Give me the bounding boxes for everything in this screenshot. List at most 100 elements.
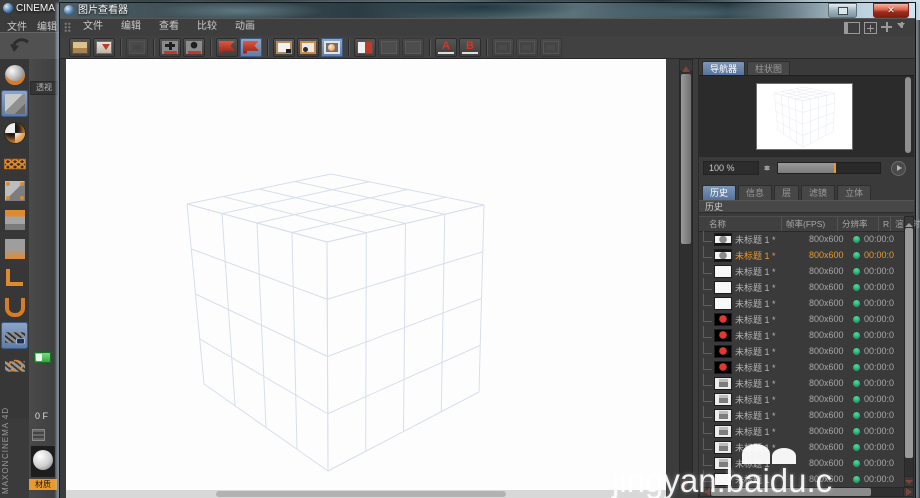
history-row[interactable]: 未标题 1 *800x60000:00:0 xyxy=(699,279,904,295)
material-name-label[interactable]: 材质 xyxy=(29,479,57,490)
play-forward-button[interactable] xyxy=(891,161,906,176)
history-row[interactable]: 未标题 1 *800x60000:00:0 xyxy=(699,391,904,407)
tab-layer[interactable]: 层 xyxy=(774,185,799,200)
compare-layout-button[interactable] xyxy=(378,38,400,57)
history-row[interactable]: 未标题 1 *800x60000:00:0 xyxy=(699,359,904,375)
animation-1-button[interactable] xyxy=(492,38,514,57)
canvas-horizontal-scrollbar[interactable] xyxy=(66,490,666,498)
pan-button[interactable] xyxy=(159,38,181,57)
history-row[interactable]: 未标题 1 *800x60000:00:0 xyxy=(699,455,904,471)
history-row[interactable]: 未标题 1 *800x60000:00:0 xyxy=(699,231,904,247)
scroll-left-icon[interactable] xyxy=(699,487,710,497)
navigator-preview[interactable] xyxy=(757,84,852,149)
undo-icon[interactable] xyxy=(8,35,32,55)
tab-histogram[interactable]: 柱状图 xyxy=(747,61,790,76)
history-row[interactable]: 未标题 1 *800x60000:00:0 xyxy=(699,327,904,343)
undock-panel-icon[interactable] xyxy=(896,22,907,32)
zoom-value-field[interactable]: 100 % xyxy=(703,161,759,175)
bookmark-button[interactable] xyxy=(216,38,238,57)
close-button[interactable]: ✕ xyxy=(873,3,909,18)
tab-history[interactable]: 历史 xyxy=(702,185,736,200)
tab-stereo[interactable]: 立体 xyxy=(837,185,871,200)
cube-points-tool-button[interactable] xyxy=(1,177,28,204)
frame-image-button[interactable] xyxy=(273,38,295,57)
cube-tool-button[interactable] xyxy=(1,90,28,117)
canvas-hscroll-thumb[interactable] xyxy=(216,491,506,497)
grid-rotate-tool-button[interactable] xyxy=(1,351,28,378)
drag-handle-icon[interactable] xyxy=(64,22,71,33)
column-header-3[interactable]: R xyxy=(878,217,889,231)
frame-canvas-button[interactable] xyxy=(297,38,319,57)
history-row[interactable]: 未标题 1 *800x60000:00:0 xyxy=(699,263,904,279)
viewport-tab[interactable]: 透视 xyxy=(30,81,58,95)
zoom-slider-marker[interactable] xyxy=(834,163,836,173)
history-horizontal-scrollbar[interactable] xyxy=(699,487,914,497)
scroll-up-icon[interactable] xyxy=(679,59,693,72)
column-header-1[interactable]: 帧率(FPS) xyxy=(781,217,825,231)
history-row[interactable]: 未标题 1 *800x60000:00:0 xyxy=(699,439,904,455)
pv-menu-item-compare[interactable]: 比较 xyxy=(188,21,226,32)
checker-sphere-tool-button[interactable] xyxy=(1,119,28,146)
canvas-vertical-scrollbar[interactable] xyxy=(679,59,693,490)
net-sphere-tool-button[interactable] xyxy=(1,61,28,88)
zoom-stepper[interactable] xyxy=(763,161,772,175)
menu-item-edit[interactable]: 编辑 xyxy=(32,22,59,31)
column-header-2[interactable]: 分辨率 xyxy=(837,217,868,231)
animation-3-button[interactable] xyxy=(540,38,562,57)
grid-lock-tool-button[interactable] xyxy=(1,322,28,349)
restore-button[interactable] xyxy=(828,3,857,18)
history-row[interactable]: 未标题 1 *800x60000:00:0 xyxy=(699,423,904,439)
history-vscroll-thumb[interactable] xyxy=(905,228,913,458)
pv-menu-item-edit[interactable]: 编辑 xyxy=(112,21,150,32)
compare-ab-button[interactable] xyxy=(354,38,376,57)
history-row[interactable]: 未标题 1 *800x60000:00:0 xyxy=(699,471,904,487)
animation-2-button[interactable] xyxy=(516,38,538,57)
cube-glow-tool-button[interactable] xyxy=(1,235,28,262)
history-row[interactable]: 未标题 1 *800x60000:00:0 xyxy=(699,375,904,391)
history-row[interactable]: 未标题 1 *800x60000:00:0 xyxy=(699,311,904,327)
pv-menu-item-file[interactable]: 文件 xyxy=(74,21,112,32)
canvas-vscroll-thumb[interactable] xyxy=(681,74,691,244)
tab-filter[interactable]: 滤镜 xyxy=(801,185,835,200)
zoom-half-button[interactable] xyxy=(126,38,148,57)
panel-scroll-thumb[interactable] xyxy=(905,77,911,153)
layers-icon[interactable] xyxy=(32,429,45,441)
set-compare-b-button[interactable]: B xyxy=(459,38,481,57)
timeline-toggle[interactable] xyxy=(34,352,51,363)
column-header-0[interactable]: 名称 xyxy=(705,217,726,231)
history-row[interactable]: 未标题 1 *800x60000:00:0 xyxy=(699,343,904,359)
material-thumbnail[interactable] xyxy=(30,445,56,478)
scroll-down-icon[interactable] xyxy=(904,476,914,487)
fit-image-button[interactable] xyxy=(321,38,343,57)
pv-menu-item-view[interactable]: 查看 xyxy=(150,21,188,32)
history-vertical-scrollbar[interactable] xyxy=(904,216,914,487)
tree-connector xyxy=(703,326,712,338)
save-button[interactable] xyxy=(93,38,115,57)
menu-item-file[interactable]: 文件 xyxy=(2,22,32,31)
zoom-tool-button[interactable] xyxy=(183,38,205,57)
zoom-slider[interactable] xyxy=(777,162,881,174)
open-button[interactable] xyxy=(69,38,91,57)
pv-titlebar[interactable]: 图片查看器 ✕ xyxy=(60,3,915,18)
pv-menu-item-animation[interactable]: 动画 xyxy=(226,21,264,32)
history-row[interactable]: 未标题 1 *800x60000:00:0 xyxy=(699,295,904,311)
add-tab-icon[interactable] xyxy=(864,22,877,34)
scroll-right-icon[interactable] xyxy=(903,487,914,497)
compare-swap-button[interactable] xyxy=(402,38,424,57)
scroll-up-icon[interactable] xyxy=(904,216,914,227)
bookmark-toggle-button[interactable] xyxy=(240,38,262,57)
pin-panel-icon[interactable] xyxy=(844,22,860,34)
history-row[interactable]: 未标题 1 *800x60000:00:0 xyxy=(699,407,904,423)
magnet-tool-button[interactable] xyxy=(1,293,28,320)
history-hscroll-thumb[interactable] xyxy=(711,488,871,496)
move-panel-icon[interactable] xyxy=(881,22,892,32)
tab-navigator[interactable]: 导航器 xyxy=(702,61,745,76)
tab-info[interactable]: 信息 xyxy=(738,185,772,200)
axis-tool-button[interactable] xyxy=(1,264,28,291)
cube-top-tool-button[interactable] xyxy=(1,206,28,233)
orange-grid-tool-button[interactable] xyxy=(1,148,28,175)
set-compare-a-button[interactable]: A xyxy=(435,38,457,57)
scroll-down-icon[interactable] xyxy=(679,477,693,490)
image-canvas[interactable] xyxy=(66,59,666,490)
history-row[interactable]: 未标题 1 *800x60000:00:0 xyxy=(699,247,904,263)
